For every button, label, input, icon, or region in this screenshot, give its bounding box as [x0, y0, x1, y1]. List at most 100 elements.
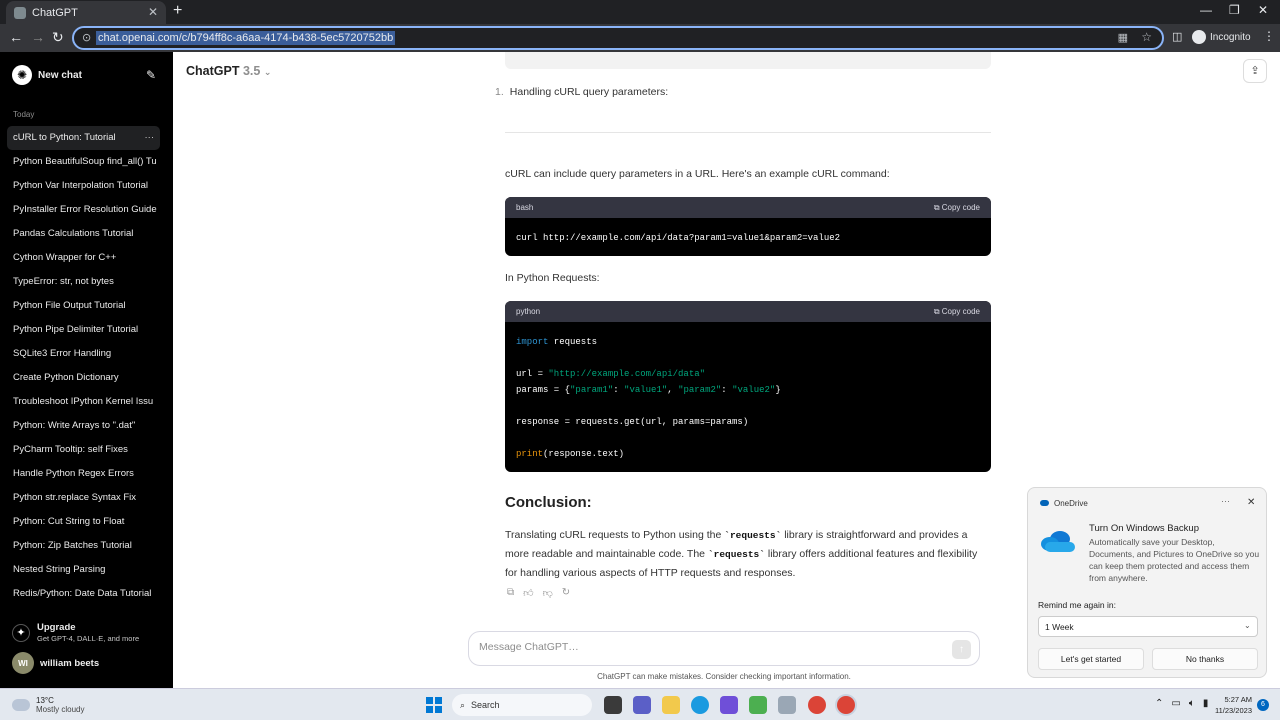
incognito-label: Incognito	[1210, 31, 1251, 43]
sidebar-chat-item[interactable]: PyInstaller Error Resolution Guide	[7, 198, 160, 222]
lets-get-started-button[interactable]: Let's get started	[1038, 648, 1144, 670]
code-block-python: python ⧉ Copy code import requests url =…	[505, 301, 991, 472]
message-input[interactable]	[479, 641, 939, 653]
sidebar-chat-label: Python: Cut String to Float	[13, 516, 125, 527]
more-options-icon[interactable]: ···	[1221, 496, 1230, 506]
start-button[interactable]	[426, 697, 442, 713]
thumbs-up-icon[interactable]: 👍︎	[523, 587, 533, 599]
close-window-icon[interactable]: ✕	[1258, 3, 1268, 17]
chevron-up-icon[interactable]: ⌃	[1155, 698, 1163, 709]
file-explorer-icon[interactable]	[662, 696, 680, 714]
photos-icon[interactable]	[778, 696, 796, 714]
back-icon[interactable]: ←	[9, 29, 23, 45]
notification-app-name: OneDrive	[1054, 499, 1088, 508]
thumbs-down-icon[interactable]: 👎︎	[543, 587, 553, 599]
code-string: "http://example.com/api/data"	[548, 369, 706, 379]
sidebar-chat-item[interactable]: TypeError: str, not bytes	[7, 270, 160, 294]
share-icon: ⇪	[1250, 65, 1260, 77]
sidebar-chat-item[interactable]: Redis/Python: Date Data Tutorial	[7, 582, 160, 606]
site-info-icon[interactable]: ⊙	[82, 31, 91, 44]
sidebar-chat-item[interactable]: Python: Write Arrays to ".dat"	[7, 414, 160, 438]
model-name: ChatGPT	[186, 64, 240, 78]
sidebar-chat-item[interactable]: Python str.replace Syntax Fix	[7, 486, 160, 510]
side-panel-icon[interactable]: ◫	[1172, 30, 1182, 43]
browser-menu-icon[interactable]: ⋮	[1263, 29, 1275, 43]
sidebar-chat-item[interactable]: cURL to Python: Tutorial ···	[7, 126, 160, 150]
close-icon[interactable]: ✕	[1247, 497, 1255, 508]
sidebar-chat-item[interactable]: Handle Python Regex Errors	[7, 462, 160, 486]
weather-condition: Mostly cloudy	[36, 705, 85, 714]
bookmark-star-icon[interactable]: ☆	[1141, 30, 1152, 44]
send-button[interactable]: ↑	[952, 640, 971, 659]
copy-code-button[interactable]: ⧉ Copy code	[934, 307, 980, 317]
copy-code-button[interactable]: ⧉ Copy code	[934, 203, 980, 213]
url-text[interactable]: chat.openai.com/c/b794ff8c-a6aa-4174-b43…	[96, 31, 396, 45]
copy-icon[interactable]: ⧉	[507, 587, 514, 599]
restore-icon[interactable]: ❐	[1229, 3, 1240, 17]
weather-widget[interactable]: 13°C Mostly cloudy	[12, 696, 84, 714]
edit-icon[interactable]: ✎	[146, 68, 156, 82]
sidebar-chat-item[interactable]: Python File Output Tutorial	[7, 294, 160, 318]
code-text: requests	[548, 337, 598, 347]
forward-icon[interactable]: →	[31, 29, 45, 45]
new-chat-button[interactable]: ✺ New chat ✎	[12, 64, 162, 86]
network-icon[interactable]: ▭	[1171, 698, 1180, 709]
reload-icon[interactable]: ↻	[52, 29, 64, 46]
browser-tab[interactable]: ChatGPT ✕	[6, 1, 166, 24]
tab-title: ChatGPT	[32, 6, 78, 19]
battery-icon[interactable]: ▮	[1203, 698, 1209, 709]
user-menu[interactable]: WI william beets	[12, 652, 99, 674]
inline-code: `requests`	[707, 549, 765, 560]
code-line: params = {"param1": "value1", "param2": …	[516, 382, 980, 398]
qr-icon[interactable]: ▦	[1118, 31, 1128, 44]
app-icon[interactable]	[720, 696, 738, 714]
temperature: 13°C	[36, 696, 54, 705]
close-tab-icon[interactable]: ✕	[148, 5, 158, 19]
paragraph: In Python Requests:	[505, 272, 600, 284]
remind-select[interactable]: 1 Week	[1038, 616, 1258, 637]
upgrade-title: Upgrade	[37, 622, 76, 633]
sidebar-chat-item[interactable]: Python: Zip Batches Tutorial	[7, 534, 160, 558]
sidebar-chat-item[interactable]: Python Pipe Delimiter Tutorial	[7, 318, 160, 342]
model-selector[interactable]: ChatGPT 3.5 ⌄	[186, 64, 271, 78]
sidebar-chat-item[interactable]: Create Python Dictionary	[7, 366, 160, 390]
no-thanks-button[interactable]: No thanks	[1152, 648, 1258, 670]
incognito-indicator[interactable]: Incognito	[1192, 30, 1251, 44]
chrome-icon[interactable]	[808, 696, 826, 714]
code-body: import requests url = "http://example.co…	[505, 322, 991, 462]
sidebar-chat-label: Python Pipe Delimiter Tutorial	[13, 324, 139, 335]
clock[interactable]: 5:27 AM 11/23/2023	[1210, 694, 1252, 716]
sidebar-chat-item[interactable]: Python Var Interpolation Tutorial	[7, 174, 160, 198]
task-view-icon[interactable]	[604, 696, 622, 714]
regenerate-icon[interactable]: ↻	[562, 587, 570, 599]
sidebar-chat-item[interactable]: SQLite3 Error Handling	[7, 342, 160, 366]
code-line: curl http://example.com/api/data?param1=…	[516, 233, 841, 243]
sidebar-chat-item[interactable]: Troubleshoot IPython Kernel Issu	[7, 390, 160, 414]
chat-icon[interactable]	[633, 696, 651, 714]
sidebar-chat-item[interactable]: Python BeautifulSoup find_all() Tu	[7, 150, 160, 174]
edge-icon[interactable]	[691, 696, 709, 714]
new-tab-icon[interactable]: +	[173, 2, 182, 20]
address-bar[interactable]: ⊙ chat.openai.com/c/b794ff8c-a6aa-4174-b…	[72, 26, 1164, 50]
minimize-icon[interactable]: —	[1200, 3, 1212, 17]
sidebar-chat-label: Python Var Interpolation Tutorial	[13, 180, 149, 191]
sidebar-chat-item[interactable]: Python: Cut String to Float	[7, 510, 160, 534]
notification-badge[interactable]: 6	[1257, 699, 1269, 711]
sidebar-chat-item[interactable]: PyCharm Tooltip: self Fixes	[7, 438, 160, 462]
sidebar-chat-item[interactable]: Cython Wrapper for C++	[7, 246, 160, 270]
volume-icon[interactable]: 🔈︎	[1189, 698, 1195, 709]
arrow-up-icon: ↑	[959, 644, 964, 655]
notepad-icon[interactable]	[749, 696, 767, 714]
clipboard-icon: ⧉	[933, 203, 942, 212]
sidebar-chat-item[interactable]: Pandas Calculations Tutorial	[7, 222, 160, 246]
upgrade-button[interactable]: ✦ Upgrade Get GPT-4, DALL·E, and more	[12, 620, 167, 646]
chrome-active-icon[interactable]	[837, 696, 855, 714]
chevron-down-icon: ⌄	[1244, 621, 1251, 630]
code-header: python ⧉ Copy code	[505, 301, 991, 322]
more-options-icon[interactable]: ···	[145, 126, 155, 150]
sidebar-chat-item[interactable]: Nested String Parsing	[7, 558, 160, 582]
copy-code-label: Copy code	[941, 203, 980, 212]
share-button[interactable]: ⇪	[1243, 59, 1267, 83]
taskbar-search[interactable]: ⌕ Search	[452, 694, 592, 716]
